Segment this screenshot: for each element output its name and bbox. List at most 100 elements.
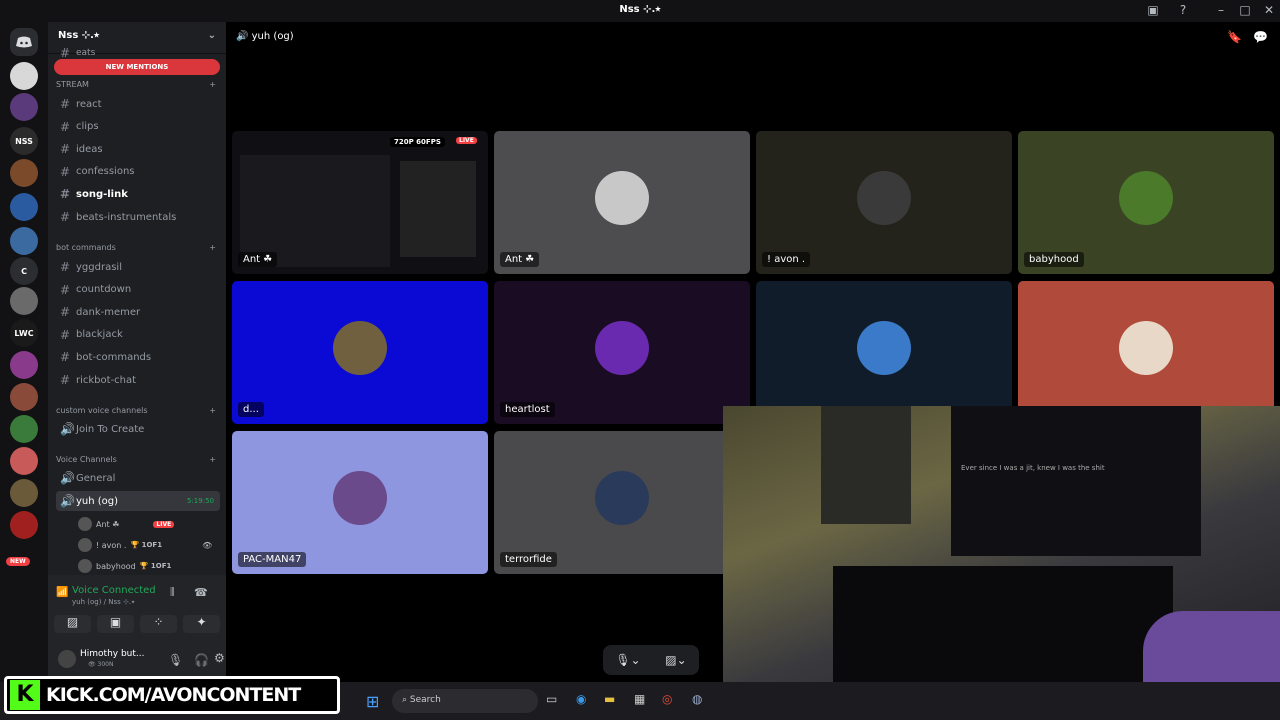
user-name: Himothy but... [80, 649, 145, 659]
avatar[interactable] [58, 650, 76, 668]
server-icon[interactable] [10, 93, 38, 121]
file-explorer-icon[interactable]: ▬ [604, 692, 615, 706]
channel-clips[interactable]: # clips [56, 117, 220, 137]
participant-tile[interactable]: ! avon . [756, 131, 1012, 274]
maximize-button[interactable]: □ [1236, 3, 1254, 17]
participant-tile[interactable]: PAC-MAN47 [232, 431, 488, 574]
hash-icon: # [60, 164, 71, 179]
avatar [333, 320, 387, 375]
minimize-button[interactable]: – [1212, 3, 1230, 17]
participant-tile[interactable]: heartlost [494, 281, 750, 424]
avatar [1119, 170, 1173, 225]
speaker-icon: 🔊 [236, 31, 252, 42]
server-icon[interactable]: NSS [10, 127, 38, 155]
server-icon[interactable] [10, 287, 38, 315]
server-icon[interactable]: LWC [10, 319, 38, 347]
steam-icon[interactable]: ◍ [692, 692, 702, 706]
channel-countdown[interactable]: # countdown [56, 280, 220, 300]
close-button[interactable]: ✕ [1260, 3, 1278, 17]
voice-channel-join-to-create[interactable]: 🔊 Join To Create [56, 419, 220, 439]
settings-gear-icon[interactable]: ⚙ [214, 651, 225, 665]
participant-tile[interactable]: 720P 60FPS LIVE Ant ☘ [232, 131, 488, 274]
channel-label: clips [76, 121, 99, 133]
noise-suppression-icon[interactable]: ⫼ [170, 587, 175, 598]
chrome-icon[interactable]: ◎ [662, 692, 672, 706]
new-mentions-pill[interactable]: NEW MENTIONS [54, 59, 220, 75]
channel-label: blackjack [76, 329, 123, 341]
microphone-button[interactable]: 🎙⌄ [615, 653, 640, 667]
channel-confessions[interactable]: # confessions [56, 162, 220, 182]
microphone-icon[interactable]: 🎙 [168, 653, 183, 667]
participant-name: Ant ☘ [238, 252, 278, 267]
server-icon[interactable] [10, 351, 38, 379]
participant-tile[interactable]: terrorfide [494, 431, 750, 574]
server-icon[interactable] [10, 447, 38, 475]
channel-label: dank-memer [76, 306, 141, 318]
participant-tile[interactable]: d... [232, 281, 488, 424]
voice-user[interactable]: ! avon . 🏆 1OF1 👁 [78, 538, 212, 552]
avatar [595, 170, 649, 225]
server-name: Nss ⊹.⭑ [58, 30, 100, 41]
discord-home-icon[interactable] [10, 28, 38, 56]
channel-yggdrasil[interactable]: # yggdrasil [56, 257, 220, 277]
category-stream[interactable]: STREAM + [56, 80, 216, 89]
participant-tile[interactable]: Ant ☘ [494, 131, 750, 274]
server-icon[interactable] [10, 511, 38, 539]
participant-tile[interactable] [756, 281, 1012, 424]
voice-user[interactable]: Ant ☘ LIVE [78, 517, 175, 531]
category-bot-commands[interactable]: bot commands + [56, 243, 216, 252]
server-icon[interactable] [10, 383, 38, 411]
help-icon[interactable]: ? [1174, 3, 1192, 17]
inbox-icon[interactable]: ▣ [1144, 3, 1162, 17]
headset-icon[interactable]: 🎧 [194, 653, 209, 667]
channel-partial[interactable]: # eats [56, 46, 220, 60]
server-icon[interactable] [10, 479, 38, 507]
participant-tile[interactable] [1018, 281, 1274, 424]
channel-beats-instrumentals[interactable]: # beats-instrumentals [56, 207, 220, 227]
participant-name: Ant ☘ [500, 252, 540, 267]
server-icon[interactable] [10, 227, 38, 255]
windows-start-icon[interactable]: ⊞ [366, 692, 379, 711]
voice-channel-yuh-og[interactable]: 🔊 yuh (og) 5:19:50 [56, 491, 220, 511]
voice-channel-general[interactable]: 🔊 General [56, 468, 220, 488]
task-view-icon[interactable]: ▭ [546, 692, 557, 706]
category-voice-channels[interactable]: Voice Channels + [56, 455, 216, 464]
avatar [1119, 320, 1173, 375]
banner: Ever since I was a jit, knew I was the s… [951, 406, 1201, 556]
server-icon[interactable] [10, 193, 38, 221]
server-icon[interactable] [10, 159, 38, 187]
channel-react[interactable]: # react [56, 94, 220, 114]
channel-bot-commands[interactable]: # bot-commands [56, 347, 220, 367]
category-custom-voice[interactable]: custom voice channels + [56, 406, 216, 415]
taskbar-search[interactable]: ⌕ Search [392, 689, 538, 713]
hash-icon: # [60, 373, 71, 387]
server-icon[interactable] [10, 415, 38, 443]
edge-icon[interactable]: ◉ [576, 692, 586, 706]
avatar [78, 559, 92, 573]
channel-label: react [76, 98, 102, 110]
hash-icon: # [60, 350, 71, 365]
activities-button[interactable]: ⁘ [140, 615, 177, 633]
store-icon[interactable]: ▦ [634, 692, 645, 706]
participant-tile[interactable]: babyhood [1018, 131, 1274, 274]
channel-song-link[interactable]: # song-link [56, 184, 220, 204]
avatar [78, 538, 92, 552]
channel-label: confessions [76, 166, 135, 178]
channel-rickbot-chat[interactable]: # rickbot-chat [56, 370, 220, 390]
channel-dank-memer[interactable]: # dank-memer [56, 302, 220, 322]
bookmark-icon[interactable]: 🔖 [1227, 30, 1242, 44]
camera-off-button[interactable]: ▨ [54, 615, 91, 633]
hash-icon: # [60, 305, 71, 320]
server-icon[interactable] [10, 62, 38, 90]
server-icon[interactable]: C [10, 257, 38, 285]
soundboard-button[interactable]: ✦ [183, 615, 220, 633]
disconnect-icon[interactable]: ☎ [194, 586, 208, 599]
participant-name: d... [238, 402, 264, 417]
voice-user[interactable]: babyhood 🏆 1OF1 [78, 559, 171, 573]
camera-button[interactable]: ▨⌄ [665, 653, 686, 667]
channel-ideas[interactable]: # ideas [56, 139, 220, 159]
chat-icon[interactable]: 💬 [1253, 30, 1268, 44]
screen-share-button[interactable]: ▣ [97, 615, 134, 633]
new-badge[interactable]: NEW [6, 557, 30, 566]
channel-blackjack[interactable]: # blackjack [56, 325, 220, 345]
